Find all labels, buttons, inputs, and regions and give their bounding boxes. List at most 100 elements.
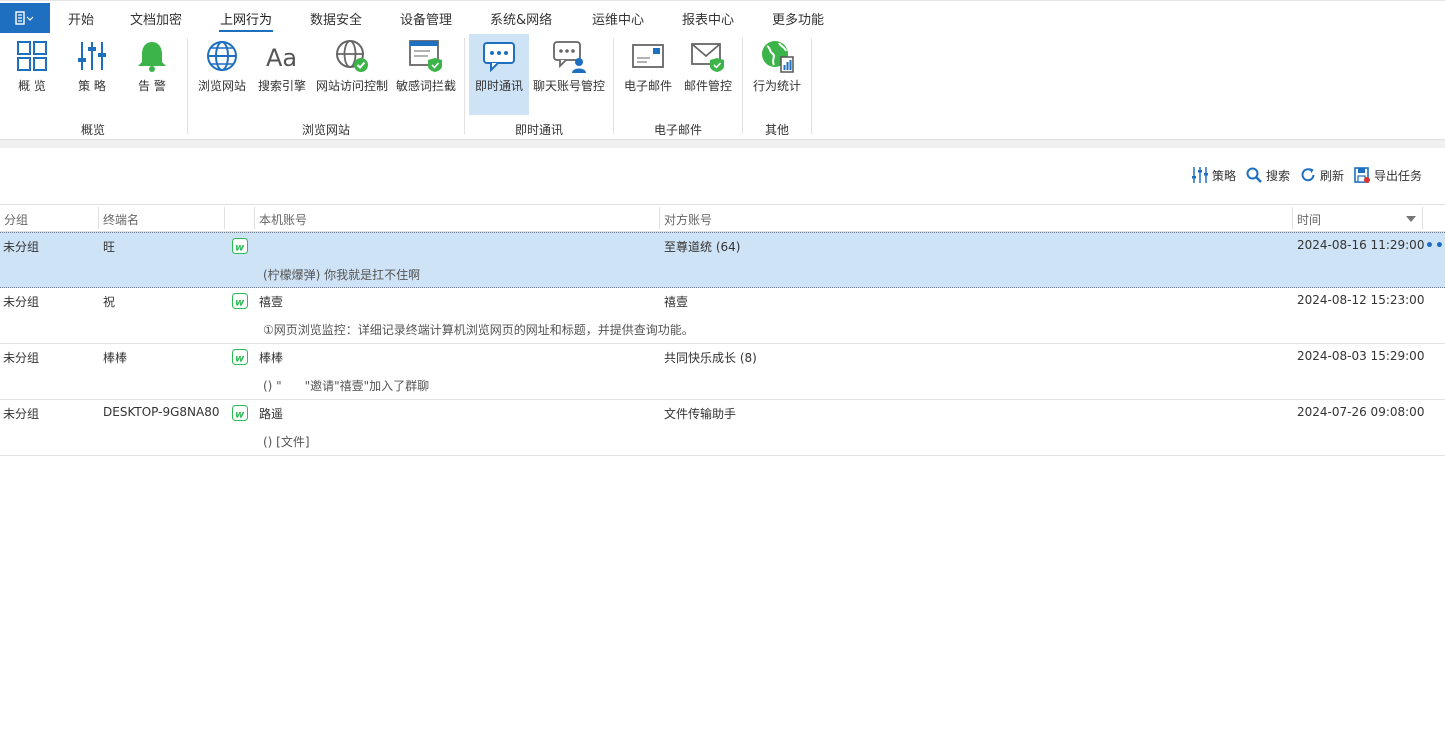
- wechat-icon: w: [232, 405, 248, 421]
- menu-tab-report-center[interactable]: 报表中心: [682, 9, 734, 28]
- column-header-group[interactable]: 分组: [4, 211, 28, 228]
- behavior-statistics-button[interactable]: 行为统计: [749, 34, 805, 115]
- ribbon-separator: [613, 38, 614, 134]
- globe-check-icon: [336, 40, 368, 72]
- column-resizer[interactable]: [254, 207, 255, 229]
- menu-tab-doc-encrypt[interactable]: 文档加密: [130, 9, 182, 28]
- wechat-icon: w: [232, 349, 248, 365]
- policy-label: 策 略: [78, 79, 106, 93]
- refresh-toolbar-button[interactable]: 刷新: [1299, 166, 1344, 184]
- group-label-email: 电子邮件: [653, 123, 703, 137]
- policy-sliders-icon: [78, 42, 106, 70]
- svg-text:w: w: [235, 354, 245, 365]
- instant-messaging-label: 即时通讯: [474, 79, 523, 93]
- list-toolbar: 策略 搜索 刷新 导出任务: [0, 148, 1445, 204]
- sensitive-word-block-button[interactable]: 敏感词拦截: [394, 34, 458, 115]
- globe-icon: [207, 41, 237, 71]
- column-resizer[interactable]: [1292, 207, 1293, 229]
- chat-account-control-button[interactable]: 聊天账号管控: [532, 34, 606, 115]
- table-row[interactable]: 未分组 DESKTOP-9G8NA80 w 路遥 文件传输助手 2024-07-…: [0, 400, 1445, 456]
- row-terminal: 棒棒: [103, 351, 128, 365]
- search-engine-button[interactable]: Aa 搜索引擎: [254, 34, 310, 115]
- email-label: 电子邮件: [623, 79, 672, 93]
- row-message: () " "邀请"禧壹"加入了群聊: [263, 379, 430, 393]
- row-message: ①网页浏览监控：详细记录终端计算机浏览网页的网址和标题，并提供查询功能。: [263, 323, 694, 337]
- ribbon-separator: [811, 38, 812, 134]
- window-shield-icon: [409, 40, 442, 72]
- browse-websites-label: 浏览网站: [197, 79, 246, 93]
- ribbon-separator: [742, 38, 743, 134]
- search-engine-aa-icon: Aa: [266, 44, 297, 72]
- menu-tab-device-management[interactable]: 设备管理: [400, 9, 452, 28]
- row-group: 未分组: [3, 295, 40, 309]
- menu-tab-ops-center[interactable]: 运维中心: [592, 9, 644, 28]
- chat-user-icon: [553, 41, 586, 73]
- svg-text:w: w: [235, 243, 245, 254]
- menu-tab-more-functions[interactable]: 更多功能: [772, 9, 824, 28]
- export-save-icon: [1354, 167, 1370, 183]
- alarm-label: 告 警: [138, 79, 166, 93]
- alarm-bell-icon: [138, 42, 166, 72]
- row-group: 未分组: [3, 240, 40, 254]
- row-terminal: 旺: [103, 240, 116, 254]
- table-row[interactable]: 未分组 棒棒 w 棒棒 共同快乐成长 (8) 2024-08-03 15:29:…: [0, 344, 1445, 400]
- export-task-toolbar-button[interactable]: 导出任务: [1353, 166, 1422, 184]
- column-resizer[interactable]: [98, 207, 99, 229]
- menu-tab-system-network[interactable]: 系统&网络: [490, 9, 552, 28]
- column-header-peer-account[interactable]: 对方账号: [664, 211, 712, 228]
- search-engine-label: 搜索引擎: [257, 79, 306, 93]
- export-task-toolbar-label: 导出任务: [1374, 168, 1423, 183]
- column-resizer[interactable]: [659, 207, 660, 229]
- website-access-control-button[interactable]: 网站访问控制: [314, 34, 390, 115]
- row-local-account: 禧壹: [259, 295, 284, 309]
- envelope-icon: [632, 44, 664, 68]
- row-terminal: 祝: [103, 295, 116, 309]
- sensitive-word-block-label: 敏感词拦截: [395, 79, 456, 93]
- group-label-other: 其他: [764, 123, 790, 137]
- column-header-local-account[interactable]: 本机账号: [259, 211, 307, 228]
- top-menu-bar: 开始 文档加密 上网行为 数据安全 设备管理 系统&网络 运维中心 报表中心 更…: [0, 0, 1445, 34]
- row-time: 2024-08-16 11:29:00: [1297, 238, 1425, 252]
- email-button[interactable]: 电子邮件: [620, 34, 676, 115]
- policy-button[interactable]: 策 略: [66, 34, 118, 115]
- row-group: 未分组: [3, 351, 40, 365]
- row-time: 2024-08-12 15:23:00: [1297, 293, 1425, 307]
- envelope-shield-icon: [691, 43, 724, 72]
- column-resizer[interactable]: [1422, 207, 1423, 229]
- row-message: (柠檬爆弹) 你我就是扛不住啊: [263, 268, 421, 282]
- browse-websites-button[interactable]: 浏览网站: [194, 34, 250, 115]
- refresh-icon: [1301, 168, 1315, 182]
- svg-text:w: w: [235, 410, 245, 421]
- table-row[interactable]: 未分组 祝 w 禧壹 禧壹 2024-08-12 15:23:00 ①网页浏览监…: [0, 288, 1445, 344]
- ribbon-separator: [187, 38, 188, 134]
- overview-button[interactable]: 概 览: [6, 34, 58, 115]
- menu-tab-data-security[interactable]: 数据安全: [310, 9, 362, 28]
- row-peer-account: 共同快乐成长 (8): [664, 351, 757, 365]
- column-header-time[interactable]: 时间: [1297, 211, 1321, 228]
- instant-messaging-button[interactable]: 即时通讯: [469, 34, 529, 115]
- table-row[interactable]: 未分组 旺 w 至尊道统 (64) 2024-08-16 11:29:00 ••…: [0, 232, 1445, 288]
- policy-toolbar-button[interactable]: 策略: [1191, 166, 1236, 184]
- menu-tab-internet-behavior[interactable]: 上网行为: [218, 9, 274, 32]
- alarm-button[interactable]: 告 警: [126, 34, 178, 115]
- overview-grid-icon: [17, 41, 47, 71]
- row-peer-account: 至尊道统 (64): [664, 240, 741, 254]
- ribbon: 概 览 策 略 告 警 概览 浏览网站 Aa 搜索引擎 网站访问控制 敏感词拦截…: [0, 34, 1445, 140]
- table-header: 分组 终端名 本机账号 对方账号 时间: [0, 204, 1445, 232]
- menu-tab-start[interactable]: 开始: [68, 9, 94, 28]
- app-menu-button[interactable]: [0, 3, 50, 33]
- column-header-terminal[interactable]: 终端名: [103, 211, 139, 228]
- email-control-button[interactable]: 邮件管控: [680, 34, 736, 115]
- row-peer-account: 文件传输助手: [664, 407, 737, 421]
- more-options-icon[interactable]: •••: [1425, 238, 1445, 254]
- row-local-account: 棒棒: [259, 351, 284, 365]
- sort-descending-icon[interactable]: [1406, 216, 1416, 222]
- search-icon: [1246, 167, 1262, 183]
- svg-text:w: w: [235, 298, 245, 309]
- row-peer-account: 禧壹: [664, 295, 689, 309]
- search-toolbar-button[interactable]: 搜索: [1245, 166, 1290, 184]
- chat-account-control-label: 聊天账号管控: [532, 79, 605, 93]
- column-resizer[interactable]: [224, 207, 225, 229]
- ribbon-bottom-strip: [0, 140, 1445, 148]
- row-terminal: DESKTOP-9G8NA80: [103, 405, 220, 419]
